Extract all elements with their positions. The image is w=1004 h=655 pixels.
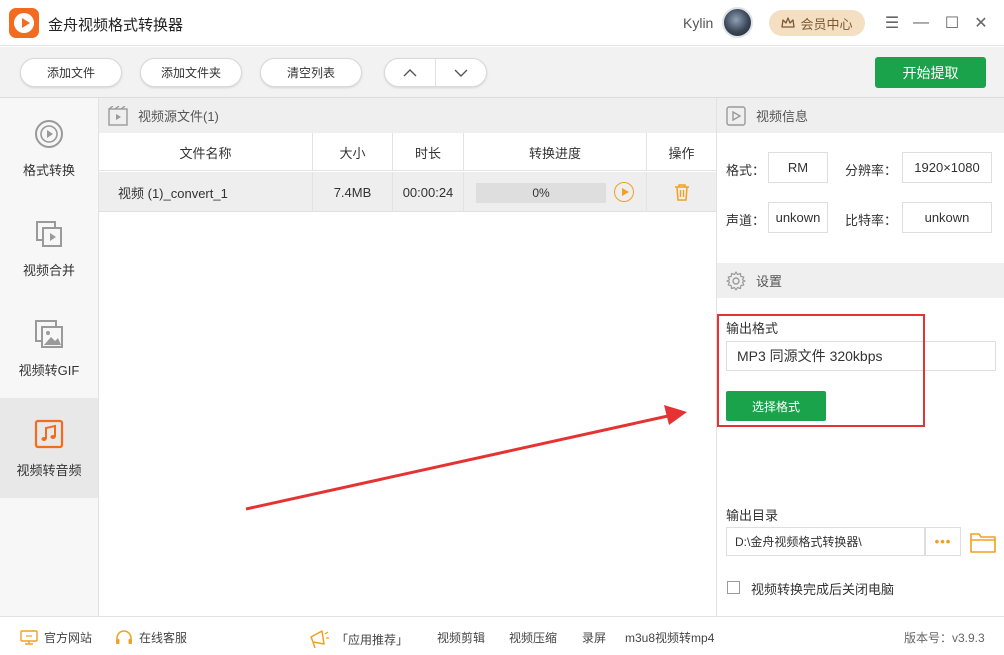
headset-icon [116, 629, 132, 644]
trash-icon [674, 184, 689, 201]
music-note-icon [33, 418, 65, 450]
gear-icon [726, 270, 746, 291]
right-panel: 视频信息 格式： RM 分辨率： 1920×1080 声道： unkown 比特… [716, 98, 1004, 616]
sidebar: 格式转换 视频合并 视频转GIF 视频转音频 [0, 98, 99, 616]
vip-center-label: 会员中心 [800, 16, 853, 32]
megaphone-icon [310, 630, 329, 649]
clear-list-button[interactable]: 清空列表 [260, 58, 362, 87]
app-recommend[interactable]: 「应用推荐」 [308, 629, 408, 649]
settings-title: 设置 [756, 274, 783, 289]
output-dir-field[interactable]: D:\金舟视频格式转换器\ [726, 527, 925, 556]
reorder-group [384, 58, 487, 87]
monitor-icon [20, 630, 38, 645]
start-extract-button[interactable]: 开始提取 [875, 57, 986, 88]
toolbar: 添加文件 添加文件夹 清空列表 开始提取 [0, 47, 1004, 98]
shutdown-label: 视频转换完成后关闭电脑 [751, 582, 895, 597]
column-header: 大小 [313, 133, 393, 171]
avatar[interactable] [722, 7, 753, 38]
sidebar-item-label: 视频转GIF [18, 362, 80, 378]
shutdown-checkbox[interactable] [727, 581, 740, 594]
resolution-label: 分辨率： [845, 163, 898, 178]
minimize-icon[interactable]: — [910, 12, 932, 34]
sidebar-item-label: 格式转换 [22, 162, 75, 178]
title-bar: 金舟视频格式转换器 Kylin 会员中心 ☰ — ☐ ✕ [0, 0, 1004, 46]
video-compress-link[interactable]: 视频压缩 [509, 629, 557, 646]
channel-label: 声道： [726, 213, 766, 228]
file-size: 7.4MB [313, 172, 393, 212]
table-row[interactable]: 视频 (1)_convert_1 7.4MB 00:00:24 0% [99, 172, 716, 212]
vip-center-button[interactable]: 会员中心 [769, 10, 865, 36]
sidebar-item-video-merge[interactable]: 视频合并 [0, 198, 98, 298]
file-duration: 00:00:24 [393, 172, 464, 212]
chevron-down-icon [454, 69, 468, 77]
add-file-button[interactable]: 添加文件 [20, 58, 122, 87]
film-icon [108, 105, 128, 126]
bitrate-value: unkown [902, 202, 992, 233]
version-label: 版本号：v3.9.3 [904, 631, 985, 645]
move-down-button[interactable] [436, 59, 486, 86]
delete-button[interactable] [647, 172, 716, 212]
file-list-header: 视频源文件(1) [99, 98, 716, 133]
play-icon [621, 188, 629, 196]
output-dir-label: 输出目录 [726, 508, 779, 523]
sidebar-item-label: 视频合并 [22, 262, 75, 278]
format-label: 格式： [726, 163, 766, 178]
maximize-icon[interactable]: ☐ [941, 12, 963, 34]
column-header: 时长 [393, 133, 464, 171]
user-name[interactable]: Kylin [683, 15, 713, 31]
resolution-value: 1920×1080 [902, 152, 992, 183]
screen-record-link[interactable]: 录屏 [582, 629, 606, 646]
channel-value: unkown [768, 202, 828, 233]
column-header: 操作 [668, 145, 695, 161]
video-info-header: 视频信息 [717, 98, 1004, 133]
merge-video-icon [33, 218, 65, 250]
settings-header: 设置 [717, 263, 1004, 298]
menu-icon[interactable]: ☰ [881, 12, 903, 34]
format-value: RM [768, 152, 828, 183]
official-website-link[interactable]: 官方网站 [20, 629, 92, 646]
video-info-title: 视频信息 [756, 109, 809, 124]
progress-bar: 0% [476, 183, 606, 203]
m3u8-to-mp4-link[interactable]: m3u8视频转mp4 [625, 629, 714, 646]
play-circle-icon [33, 118, 65, 150]
move-up-button[interactable] [385, 59, 436, 86]
folder-icon[interactable] [970, 530, 996, 553]
browse-more-button[interactable]: ••• [925, 527, 961, 556]
sidebar-item-format-convert[interactable]: 格式转换 [0, 98, 98, 198]
close-icon[interactable]: ✕ [970, 12, 992, 34]
bitrate-label: 比特率： [845, 213, 898, 228]
sidebar-item-video-to-gif[interactable]: 视频转GIF [0, 298, 98, 398]
file-name: 视频 (1)_convert_1 [99, 172, 313, 212]
sidebar-item-label: 视频转音频 [16, 462, 82, 478]
app-recommend-label: 「应用推荐」 [336, 632, 409, 647]
crown-icon [781, 17, 796, 28]
table-header: 文件名称 大小 时长 转换进度 操作 [99, 133, 716, 171]
image-icon [33, 318, 65, 350]
annotation-highlight-box [717, 314, 925, 427]
app-title: 金舟视频格式转换器 [48, 17, 184, 34]
file-list-panel: 视频源文件(1) 文件名称 大小 时长 转换进度 操作 视频 (1)_conve… [99, 98, 716, 616]
column-header: 转换进度 [464, 133, 647, 171]
chevron-up-icon [403, 68, 417, 76]
column-header: 文件名称 [99, 133, 313, 171]
file-list-title: 视频源文件(1) [138, 109, 219, 124]
sidebar-item-video-to-audio[interactable]: 视频转音频 [0, 398, 98, 498]
online-support-link[interactable]: 在线客服 [115, 629, 187, 646]
video-edit-link[interactable]: 视频剪辑 [437, 629, 485, 646]
video-info-icon [726, 105, 746, 126]
app-logo-icon [9, 8, 39, 38]
add-folder-button[interactable]: 添加文件夹 [140, 58, 242, 87]
play-button[interactable] [614, 182, 634, 202]
official-website-label: 官方网站 [44, 631, 93, 645]
online-support-label: 在线客服 [139, 631, 188, 645]
status-bar: 官方网站 在线客服 「应用推荐」 视频剪辑 视频压缩 录屏 m3u8视频转mp4… [0, 616, 1004, 655]
